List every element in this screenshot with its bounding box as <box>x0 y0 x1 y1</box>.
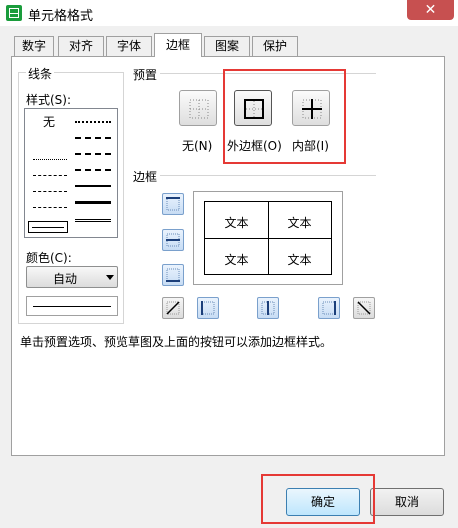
border-horizontal-icon <box>166 233 180 247</box>
border-right-button[interactable] <box>318 297 340 319</box>
border-inside-icon <box>302 99 322 119</box>
line-style-dotted[interactable] <box>33 159 67 160</box>
border-group-title: 边框 <box>131 168 160 185</box>
line-style-medium-dotted[interactable] <box>75 121 111 123</box>
preview-cell-text: 文本 <box>224 216 249 230</box>
border-outline-icon <box>244 99 264 119</box>
cancel-button[interactable]: 取消 <box>370 488 444 516</box>
border-middle-vertical-button[interactable] <box>257 297 279 319</box>
color-dropdown-value: 自动 <box>53 272 78 286</box>
line-group-title: 线条 <box>26 65 55 82</box>
line-style-selected-thin[interactable] <box>28 221 68 233</box>
border-diagonal-down-button[interactable] <box>353 297 375 319</box>
border-group-divider <box>160 175 376 176</box>
preset-group-title: 预置 <box>131 66 160 83</box>
line-color-preview <box>26 296 118 316</box>
tab-border[interactable]: 边框 <box>154 33 202 57</box>
color-label: 颜色(C): <box>26 251 72 265</box>
preset-outline-button[interactable] <box>234 90 272 126</box>
diagonal-up-icon <box>166 301 180 315</box>
border-top-icon <box>166 197 180 211</box>
preset-inside-label: 内部(I) <box>292 139 329 153</box>
line-style-medium-dash-dot-dot[interactable] <box>75 153 111 155</box>
window-title: 单元格格式 <box>28 9 94 24</box>
border-bottom-icon <box>166 268 180 282</box>
border-diagonal-up-button[interactable] <box>162 297 184 319</box>
tab-font[interactable]: 字体 <box>106 36 152 56</box>
preset-group-divider <box>160 73 376 74</box>
border-bottom-button[interactable] <box>162 264 184 286</box>
style-label: 样式(S): <box>26 93 72 107</box>
line-style-dashed-thin[interactable] <box>33 207 67 208</box>
tab-alignment[interactable]: 对齐 <box>58 36 104 56</box>
border-right-icon <box>322 301 336 315</box>
line-style-medium-dashed[interactable] <box>75 169 111 171</box>
line-style-medium[interactable] <box>75 185 111 187</box>
border-preview-table[interactable]: 文本 文本 文本 文本 <box>204 201 332 275</box>
help-text: 单击预置选项、预览草图及上面的按钮可以添加边框样式。 <box>20 335 333 349</box>
border-top-button[interactable] <box>162 193 184 215</box>
border-middle-horizontal-button[interactable] <box>162 229 184 251</box>
spreadsheet-app-icon <box>6 5 22 21</box>
diagonal-down-icon <box>357 301 371 315</box>
line-style-list[interactable]: 无 <box>24 108 118 238</box>
line-style-none[interactable]: 无 <box>43 113 55 130</box>
preset-outline-label: 外边框(O) <box>227 139 282 153</box>
tab-protection[interactable]: 保护 <box>252 36 298 56</box>
line-style-dash-dot[interactable] <box>33 175 67 176</box>
line-style-double[interactable] <box>75 219 111 222</box>
preset-none-label: 无(N) <box>182 139 213 153</box>
preview-cell-text: 文本 <box>224 253 249 267</box>
preview-cell-text: 文本 <box>287 216 312 230</box>
chevron-down-icon <box>106 275 114 280</box>
tab-pattern[interactable]: 图案 <box>204 36 250 56</box>
preset-none-button[interactable] <box>179 90 217 126</box>
preset-inside-button[interactable] <box>292 90 330 126</box>
line-style-thick[interactable] <box>75 201 111 204</box>
tab-number[interactable]: 数字 <box>14 36 54 56</box>
border-left-icon <box>201 301 215 315</box>
border-none-icon <box>189 99 209 119</box>
line-style-dash-dot-dot[interactable] <box>33 191 67 192</box>
preview-cell-text: 文本 <box>287 253 312 267</box>
border-vertical-icon <box>261 301 275 315</box>
close-button[interactable]: ✕ <box>407 0 454 20</box>
ok-button[interactable]: 确定 <box>286 488 360 516</box>
line-style-medium-dash-dot[interactable] <box>75 137 111 139</box>
border-left-button[interactable] <box>197 297 219 319</box>
color-dropdown[interactable]: 自动 <box>26 266 118 288</box>
